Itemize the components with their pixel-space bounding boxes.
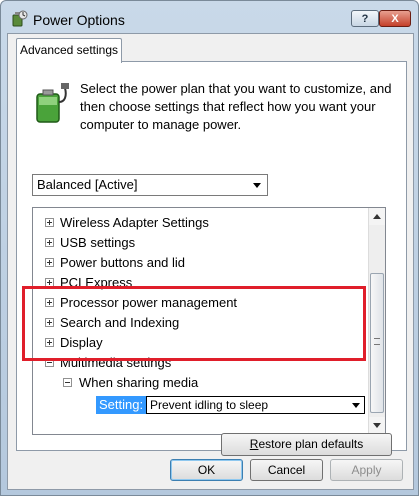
tree-item-label: Wireless Adapter Settings — [60, 215, 209, 230]
expand-plus-icon[interactable] — [45, 258, 54, 267]
restore-plan-defaults-button[interactable]: Restore plan defaults — [221, 433, 392, 456]
help-button[interactable]: ? — [351, 10, 379, 27]
setting-label: Setting: — [96, 396, 147, 414]
highlight-annotation-box — [22, 286, 366, 361]
power-plan-value: Balanced [Active] — [37, 177, 138, 192]
power-plan-dropdown[interactable]: Balanced [Active] — [32, 174, 268, 196]
battery-plug-icon — [36, 83, 69, 123]
apply-button[interactable]: Apply — [330, 459, 403, 481]
ok-button[interactable]: OK — [170, 459, 243, 481]
expand-plus-icon[interactable] — [45, 218, 54, 227]
chevron-down-icon — [352, 403, 360, 408]
window-title: Power Options — [33, 12, 125, 28]
instruction-text: Select the power plan that you want to c… — [80, 81, 392, 132]
expand-plus-icon[interactable] — [45, 238, 54, 247]
title-bar[interactable]: Power Options ? X — [1, 1, 418, 35]
setting-value-dropdown[interactable]: Prevent idling to sleep — [146, 396, 365, 414]
scrollbar-thumb[interactable] — [370, 273, 384, 413]
restore-label: estore plan defaults — [258, 437, 364, 451]
close-button[interactable]: X — [379, 10, 411, 27]
dialog-client-area: Advanced settings Select the power plan … — [7, 33, 414, 490]
scroll-up-arrow-icon[interactable] — [369, 208, 385, 225]
tree-item-label: USB settings — [60, 235, 136, 250]
advanced-settings-panel: Select the power plan that you want to c… — [16, 61, 407, 456]
collapse-minus-icon[interactable] — [63, 378, 72, 387]
setting-value: Prevent idling to sleep — [150, 398, 269, 412]
scroll-down-arrow-icon[interactable] — [369, 417, 385, 434]
tab-advanced-settings[interactable]: Advanced settings — [16, 38, 122, 63]
chevron-down-icon — [253, 183, 261, 188]
tree-item-label: When sharing media — [79, 375, 199, 390]
cancel-button[interactable]: Cancel — [250, 459, 323, 481]
power-options-window: Power Options ? X Advanced settings Sele… — [0, 0, 419, 496]
vertical-scrollbar[interactable] — [368, 208, 385, 434]
tree-item-label: Power buttons and lid — [60, 255, 186, 270]
power-options-icon — [12, 10, 28, 27]
